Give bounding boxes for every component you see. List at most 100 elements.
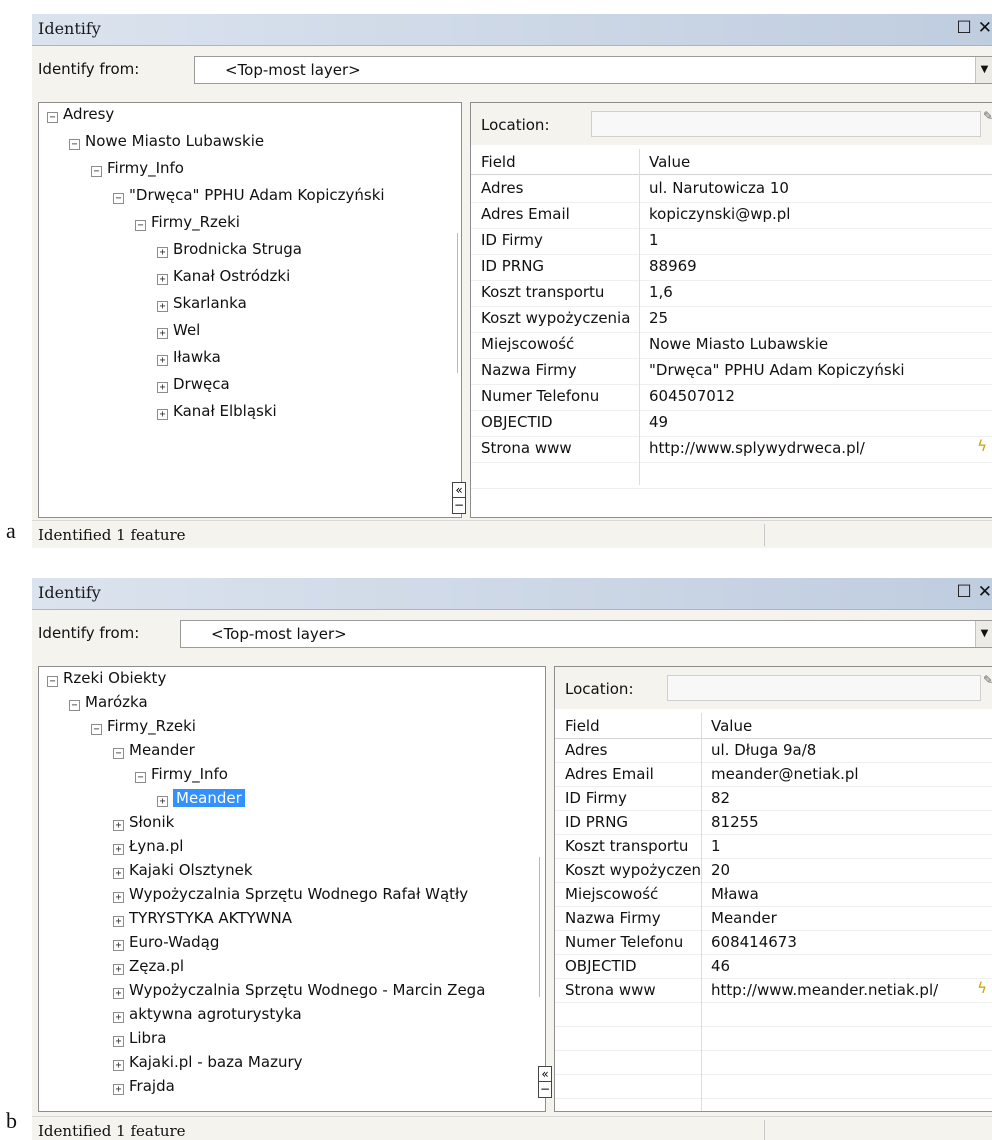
expand-icon[interactable]: + — [113, 964, 124, 975]
tree-node[interactable]: + Kanał Elbląski — [157, 400, 277, 422]
expand-icon[interactable]: + — [157, 274, 168, 285]
attribute-row[interactable]: Miejscowość Nowe Miasto Lubawskie — [471, 333, 992, 359]
tree-node[interactable]: + Wel — [157, 319, 200, 341]
attribute-row[interactable]: Adres ul. Długa 9a/8 — [555, 739, 992, 763]
tree-node[interactable]: − Marózka — [69, 691, 148, 713]
tree-node-label[interactable]: Kanał Elbląski — [173, 402, 277, 420]
attribute-row[interactable]: Adres Email kopiczynski@wp.pl — [471, 203, 992, 229]
lightning-hyperlink-icon[interactable]: ϟ — [977, 979, 987, 997]
attribute-row[interactable]: ID Firmy 82 — [555, 787, 992, 811]
tree-node[interactable]: − Rzeki Obiekty — [47, 667, 166, 689]
attribute-row[interactable]: Koszt transportu 1,6 — [471, 281, 992, 307]
tree-node-label[interactable]: Libra — [129, 1029, 166, 1047]
collapse-splitter[interactable]: « − — [538, 1066, 552, 1098]
tree-node[interactable]: + Euro-Wadąg — [113, 931, 219, 953]
field-column-header[interactable]: Field — [555, 715, 701, 737]
tree-node[interactable]: + Słonik — [113, 811, 174, 833]
expand-icon[interactable]: + — [157, 247, 168, 258]
tree-node[interactable]: + Kajaki Olsztynek — [113, 859, 253, 881]
tree-node[interactable]: + Iławka — [157, 346, 221, 368]
attribute-row[interactable]: OBJECTID 49 — [471, 411, 992, 437]
attribute-row[interactable]: Nazwa Firmy Meander — [555, 907, 992, 931]
tree-node-label[interactable]: Marózka — [85, 693, 148, 711]
lightning-hyperlink-icon[interactable]: ϟ — [977, 437, 987, 455]
maximize-icon[interactable]: ☐ — [957, 582, 972, 602]
tree-node-label[interactable]: Firmy_Rzeki — [107, 717, 196, 735]
tree-node[interactable]: − Firmy_Info — [135, 763, 228, 785]
tree-node-label[interactable]: TYRYSTYKA AKTYWNA — [129, 909, 292, 927]
tree-node[interactable]: − Firmy_Info — [91, 157, 184, 179]
pin-icon[interactable]: ✎ — [983, 109, 992, 123]
tree-node[interactable]: − Meander — [113, 739, 195, 761]
tree-node-label[interactable]: Meander — [173, 789, 245, 807]
expand-icon[interactable]: + — [113, 940, 124, 951]
attribute-row[interactable]: ID PRNG 81255 — [555, 811, 992, 835]
tree-node[interactable]: + aktywna agroturystyka — [113, 1003, 302, 1025]
tree-node[interactable]: + Łyna.pl — [113, 835, 183, 857]
field-column-header[interactable]: Field — [471, 151, 639, 173]
location-field[interactable] — [591, 111, 981, 137]
expand-icon[interactable]: + — [113, 916, 124, 927]
tree-node[interactable]: + Meander — [157, 787, 245, 809]
attribute-row[interactable]: Strona www http://www.splywydrweca.pl/ — [471, 437, 992, 463]
tree-node[interactable]: + Skarlanka — [157, 292, 247, 314]
attribute-row[interactable]: Numer Telefonu 608414673 — [555, 931, 992, 955]
attribute-row[interactable]: Adres Email meander@netiak.pl — [555, 763, 992, 787]
expand-icon[interactable]: + — [113, 868, 124, 879]
title-bar[interactable]: Identify ☐ ✕ — [32, 578, 992, 610]
expand-icon[interactable]: + — [113, 844, 124, 855]
results-tree[interactable]: − Rzeki Obiekty − Marózka − Firmy_Rzeki − Meand… — [38, 666, 546, 1112]
tree-node[interactable]: + Drwęca — [157, 373, 230, 395]
tree-node-label[interactable]: Zęza.pl — [129, 957, 184, 975]
collapse-icon[interactable]: − — [69, 139, 80, 150]
tree-node-label[interactable]: Rzeki Obiekty — [63, 669, 166, 687]
attribute-row[interactable]: Koszt transportu 1 — [555, 835, 992, 859]
tree-node[interactable]: + Wypożyczalnia Sprzętu Wodnego - Marcin … — [113, 979, 485, 1001]
tree-node-label[interactable]: Firmy_Info — [151, 765, 228, 783]
value-column-header[interactable]: Value — [639, 151, 690, 173]
tree-node[interactable]: + Brodnicka Struga — [157, 238, 302, 260]
expand-icon[interactable]: + — [113, 820, 124, 831]
tree-node-label[interactable]: Wypożyczalnia Sprzętu Wodnego Rafał Wątł… — [129, 885, 468, 903]
attribute-row[interactable]: Adres ul. Narutowicza 10 — [471, 177, 992, 203]
tree-node[interactable]: + Kanał Ostródzki — [157, 265, 290, 287]
tree-node-label[interactable]: aktywna agroturystyka — [129, 1005, 302, 1023]
collapse-icon[interactable]: − — [91, 166, 102, 177]
tree-node[interactable]: + Zęza.pl — [113, 955, 184, 977]
tree-node[interactable]: + TYRYSTYKA AKTYWNA — [113, 907, 292, 929]
pin-icon[interactable]: ✎ — [983, 673, 992, 687]
attribute-row[interactable]: ID PRNG 88969 — [471, 255, 992, 281]
collapse-icon[interactable]: − — [113, 748, 124, 759]
collapse-icon[interactable]: − — [113, 193, 124, 204]
tree-node[interactable]: − Firmy_Rzeki — [91, 715, 196, 737]
tree-node-label[interactable]: Wypożyczalnia Sprzętu Wodnego - Marcin Z… — [129, 981, 485, 999]
attribute-row[interactable]: Nazwa Firmy "Drwęca" PPHU Adam Kopiczyńsk… — [471, 359, 992, 385]
expand-icon[interactable]: + — [157, 382, 168, 393]
close-icon[interactable]: ✕ — [978, 582, 992, 602]
expand-icon[interactable]: + — [157, 301, 168, 312]
attribute-row[interactable]: Numer Telefonu 604507012 — [471, 385, 992, 411]
expand-icon[interactable]: + — [157, 409, 168, 420]
collapse-icon[interactable]: − — [69, 700, 80, 711]
expand-icon[interactable]: + — [157, 796, 168, 807]
location-field[interactable] — [667, 675, 981, 701]
expand-icon[interactable]: + — [157, 328, 168, 339]
tree-node-label[interactable]: Meander — [129, 741, 195, 759]
tree-node[interactable]: − Nowe Miasto Lubawskie — [69, 130, 264, 152]
column-separator[interactable] — [701, 713, 702, 1111]
tree-node-label[interactable]: Kanał Ostródzki — [173, 267, 290, 285]
maximize-icon[interactable]: ☐ — [957, 18, 972, 38]
column-separator[interactable] — [639, 149, 640, 485]
tree-node-label[interactable]: Iławka — [173, 348, 221, 366]
title-bar[interactable]: Identify ☐ ✕ — [32, 14, 992, 46]
expand-icon[interactable]: + — [157, 355, 168, 366]
tree-node-label[interactable]: Nowe Miasto Lubawskie — [85, 132, 264, 150]
tree-node[interactable]: + Libra — [113, 1027, 166, 1049]
tree-node-label[interactable]: Drwęca — [173, 375, 230, 393]
attribute-row[interactable]: Miejscowość Mława — [555, 883, 992, 907]
tree-node[interactable]: − "Drwęca" PPHU Adam Kopiczyński — [113, 184, 385, 206]
collapse-arrow-icon[interactable]: « — [453, 483, 465, 497]
tree-node-label[interactable]: Łyna.pl — [129, 837, 183, 855]
tree-node-label[interactable]: Adresy — [63, 105, 114, 123]
results-tree[interactable]: − Adresy − Nowe Miasto Lubawskie − Firmy_Info… — [38, 102, 462, 518]
